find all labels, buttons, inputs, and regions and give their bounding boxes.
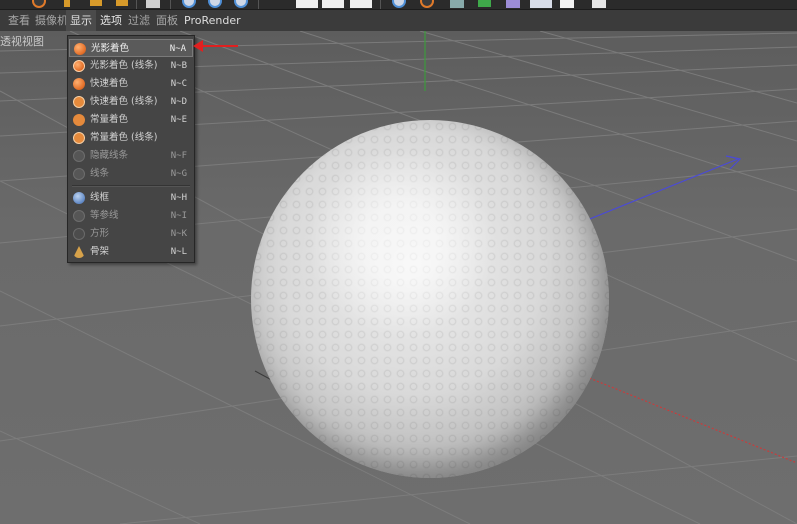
annotation-arrow (193, 40, 238, 52)
menu-separator (72, 185, 190, 187)
menu-item-shortcut: N~L (170, 247, 187, 257)
menu-item-label: 线条 (90, 168, 110, 179)
menu-item-label: 隐藏线条 (90, 150, 129, 161)
spline-icon[interactable] (420, 0, 434, 8)
menu-display[interactable]: 显示 (66, 10, 96, 31)
menu-item-gouraud-shading[interactable]: 光影着色 N~A (69, 39, 193, 57)
menu-item-isoparms[interactable]: 等参线 N~I (69, 207, 193, 225)
toolbar-separator (258, 0, 259, 9)
toolbar-separator (380, 0, 381, 9)
constant-shading-lines-icon (73, 132, 85, 144)
menu-item-label: 常量着色 (90, 114, 129, 125)
menu-item-shortcut: N~D (170, 97, 187, 107)
play-loop-icon[interactable] (350, 0, 372, 8)
menu-item-shortcut: N~H (170, 193, 187, 203)
floor-icon[interactable] (530, 0, 552, 8)
light-icon[interactable] (592, 0, 606, 8)
model-mode-icon[interactable] (146, 0, 160, 8)
viewport-menubar: 查看 摄像机 显示 选项 过滤 面板 ProRender (0, 10, 797, 31)
menu-item-box[interactable]: 方形 N~K (69, 225, 193, 243)
menu-item-wireframe[interactable]: 线框 N~H (69, 189, 193, 207)
menu-item-hidden-line[interactable]: 隐藏线条 N~F (69, 147, 193, 165)
play-forward-icon[interactable] (296, 0, 318, 8)
object-tool-icon[interactable] (116, 0, 128, 6)
menu-item-quick-shading[interactable]: 快速着色 N~C (69, 75, 193, 93)
menu-item-shortcut: N~E (170, 115, 187, 125)
menu-item-label: 光影着色 (线条) (90, 60, 158, 71)
menu-item-shortcut: N~A (169, 44, 186, 54)
toolbar-separator (136, 0, 137, 9)
menu-item-gouraud-shading-lines[interactable]: 光影着色 (线条) N~B (69, 57, 193, 75)
constant-shading-icon (73, 114, 85, 126)
menu-filter[interactable]: 过滤 (124, 10, 154, 31)
menu-item-label: 快速着色 (90, 78, 129, 89)
hidden-line-icon (73, 150, 85, 162)
gouraud-shading-lines-icon (73, 60, 85, 72)
cube-tool-icon[interactable] (90, 0, 102, 6)
array-icon[interactable] (478, 0, 491, 7)
menu-item-shortcut: N~F (170, 151, 187, 161)
menu-item-constant-shading-lines[interactable]: 常量着色 (线条) (69, 129, 193, 147)
quick-shading-icon (73, 78, 85, 90)
menu-item-lines[interactable]: 线条 N~G (69, 165, 193, 183)
move-tool-icon[interactable] (64, 0, 70, 7)
gouraud-shading-icon (74, 43, 86, 55)
menu-item-label: 等参线 (90, 210, 119, 221)
menu-panel[interactable]: 面板 (152, 10, 182, 31)
menu-item-quick-shading-lines[interactable]: 快速着色 (线条) N~D (69, 93, 193, 111)
box-icon (73, 228, 85, 240)
menu-item-label: 常量着色 (线条) (90, 132, 158, 143)
viewport-title: 透视视图 (0, 35, 44, 48)
play-icon[interactable] (322, 0, 344, 8)
display-dropdown-menu: 光影着色 N~A 光影着色 (线条) N~B 快速着色 N~C 快速着色 (线条… (67, 35, 195, 263)
render-view-icon[interactable] (182, 0, 196, 8)
cube-object-icon[interactable] (392, 0, 406, 8)
skeleton-icon (73, 246, 85, 258)
nurbs-icon[interactable] (450, 0, 464, 8)
toolbar-separator (170, 0, 171, 9)
menu-options[interactable]: 选项 (96, 10, 126, 31)
menu-item-shortcut: N~K (170, 229, 187, 239)
golf-ball-object[interactable] (251, 120, 609, 478)
menu-item-constant-shading[interactable]: 常量着色 N~E (69, 111, 193, 129)
deformer-icon[interactable] (506, 0, 520, 8)
top-toolbar (0, 0, 797, 10)
menu-item-label: 线框 (90, 192, 110, 203)
render-settings-icon[interactable] (234, 0, 248, 8)
wireframe-icon (73, 192, 85, 204)
menu-item-label: 快速着色 (线条) (90, 96, 158, 107)
render-region-icon[interactable] (208, 0, 222, 8)
menu-prorender[interactable]: ProRender (180, 10, 245, 31)
render-icon[interactable] (32, 0, 46, 8)
camera-icon[interactable] (560, 0, 574, 8)
isoparms-icon (73, 210, 85, 222)
lines-icon (73, 168, 85, 180)
menu-view[interactable]: 查看 (4, 10, 34, 31)
menu-item-shortcut: N~C (170, 79, 187, 89)
menu-item-label: 光影着色 (91, 43, 130, 54)
menu-item-label: 骨架 (90, 246, 110, 257)
quick-shading-lines-icon (73, 96, 85, 108)
menu-item-label: 方形 (90, 228, 110, 239)
menu-item-shortcut: N~B (170, 61, 187, 71)
menu-item-shortcut: N~G (170, 169, 187, 179)
menu-item-skeleton[interactable]: 骨架 N~L (69, 243, 193, 261)
menu-item-shortcut: N~I (170, 211, 187, 221)
